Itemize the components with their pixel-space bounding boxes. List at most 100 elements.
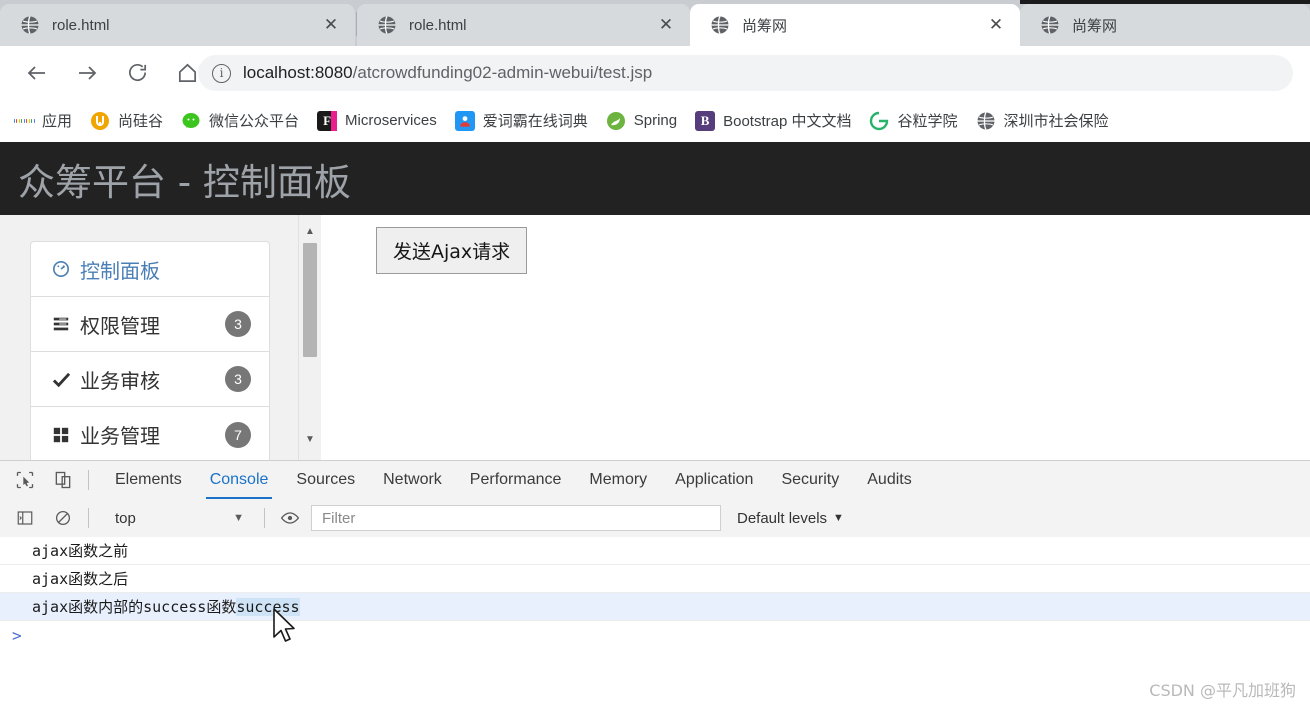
mouse-cursor-icon	[272, 607, 298, 647]
live-expression-icon[interactable]	[277, 505, 303, 531]
console-log-row[interactable]: ajax函数之后	[0, 565, 1310, 593]
bookmark-shenzhen-insurance[interactable]: 深圳市社会保险	[976, 110, 1109, 131]
sidebar-item-audit[interactable]: 业务审核 3	[31, 352, 269, 407]
browser-tab-4[interactable]: 尚筹网	[1020, 4, 1310, 46]
console-log-row-selected[interactable]: ajax函数内部的success函数 success	[0, 593, 1310, 621]
filter-placeholder: Filter	[322, 509, 356, 527]
sidebar-item-label: 控制面板	[80, 258, 160, 283]
tab-title: 尚筹网	[1072, 17, 1118, 35]
browser-tab-3-active[interactable]: 尚筹网 ✕	[690, 4, 1020, 46]
bookmark-label: Spring	[633, 112, 678, 129]
spring-leaf-icon	[606, 111, 626, 131]
page-content: 控制面板 权限管理 3 业务审核 3 业务管理 7 ▲ ▼ 发送Ajax请求	[0, 215, 1310, 460]
toolbar-divider	[88, 508, 89, 528]
filter-input[interactable]: Filter	[311, 505, 721, 531]
browser-tab-1[interactable]: role.html ✕	[0, 4, 355, 46]
console-log-row[interactable]: ajax函数之前	[0, 537, 1310, 565]
chevron-down-icon: ▼	[833, 512, 844, 524]
globe-icon	[976, 111, 996, 131]
wechat-icon	[181, 111, 201, 131]
device-toolbar-icon[interactable]	[50, 467, 76, 493]
tab-console[interactable]: Console	[196, 461, 283, 499]
browser-toolbar: i localhost:8080/atcrowdfunding02-admin-…	[0, 46, 1310, 99]
main-content: 发送Ajax请求	[321, 215, 1310, 460]
triangle-up-icon[interactable]: ▲	[299, 222, 321, 240]
site-navbar: 众筹平台 - 控制面板	[0, 142, 1310, 215]
info-circle-icon[interactable]: i	[212, 63, 231, 83]
guli-icon	[869, 111, 889, 131]
feign-f-icon: F	[317, 110, 338, 131]
browser-tab-2[interactable]: role.html ✕	[357, 4, 690, 46]
page-viewport: 众筹平台 - 控制面板 控制面板 权限管理 3 业务审核 3 业务管理 7 ▲ …	[0, 142, 1310, 460]
bookmarks-bar: 应用 尚硅谷 微信公众平台 F Microservices 爱词霸在线词典 Sp…	[0, 99, 1310, 143]
scrollbar-thumb[interactable]	[303, 243, 317, 357]
send-ajax-request-button[interactable]: 发送Ajax请求	[376, 227, 528, 274]
bookmark-label: Microservices	[345, 112, 437, 129]
tab-label: Performance	[469, 471, 562, 488]
iciba-icon	[454, 110, 475, 131]
bookmark-label: Bootstrap 中文文档	[723, 113, 852, 130]
globe-icon	[20, 15, 40, 35]
bookmark-guli[interactable]: 谷粒学院	[869, 110, 958, 131]
tab-security[interactable]: Security	[767, 461, 853, 499]
console-sidebar-icon[interactable]	[12, 505, 38, 531]
dashboard-gauge-icon	[51, 260, 71, 278]
bookmark-wechat[interactable]: 微信公众平台	[181, 110, 299, 131]
log-levels-dropdown[interactable]: Default levels ▼	[737, 510, 844, 527]
close-icon[interactable]: ✕	[321, 15, 341, 35]
tab-memory[interactable]: Memory	[575, 461, 661, 499]
tab-label: Audits	[867, 471, 912, 488]
page-scrollbar[interactable]: ▲ ▼	[298, 215, 321, 460]
devtools-panel: Elements Console Sources Network Perform…	[0, 460, 1310, 712]
sidebar-item-dashboard[interactable]: 控制面板	[31, 242, 269, 297]
grid-squares-icon	[51, 426, 71, 444]
globe-icon	[710, 15, 730, 35]
bookmark-atguigu[interactable]: 尚硅谷	[90, 110, 163, 131]
tab-label: Security	[781, 471, 840, 488]
bookmark-microservices[interactable]: F Microservices	[317, 110, 437, 131]
console-toolbar: top ▼ Filter Default levels ▼	[0, 499, 1310, 538]
tab-label: Console	[209, 471, 269, 488]
back-arrow-icon[interactable]	[16, 52, 58, 94]
reload-icon[interactable]	[116, 52, 158, 94]
sidebar-item-business[interactable]: 业务管理 7	[31, 407, 269, 460]
console-output[interactable]: ajax函数之前 ajax函数之后 ajax函数内部的success函数 succ…	[0, 537, 1310, 712]
check-mark-icon	[51, 370, 71, 389]
console-prompt[interactable]: >	[0, 621, 1310, 649]
log-levels-label: Default levels	[737, 509, 828, 527]
tab-audits[interactable]: Audits	[853, 461, 925, 499]
forward-arrow-icon[interactable]	[66, 52, 108, 94]
tab-label: Sources	[296, 471, 356, 488]
clear-console-icon[interactable]	[50, 505, 76, 531]
apps-grid-icon	[14, 111, 34, 131]
bookmark-label: 爱词霸在线词典	[482, 113, 588, 130]
tab-performance[interactable]: Performance	[456, 461, 576, 499]
bookmark-label: 深圳市社会保险	[1003, 113, 1109, 130]
address-bar[interactable]: i localhost:8080/atcrowdfunding02-admin-…	[198, 55, 1293, 91]
browser-window: role.html ✕ role.html ✕ 尚筹网 ✕ 尚筹网 i loca…	[0, 0, 1310, 712]
sidebar-menu: 控制面板 权限管理 3 业务审核 3 业务管理 7	[30, 241, 270, 460]
sidebar-badge: 7	[225, 421, 251, 448]
bookmark-apps[interactable]: 应用	[14, 110, 72, 131]
devtools-tabbar: Elements Console Sources Network Perform…	[0, 461, 1310, 500]
execution-context-select[interactable]: top ▼	[107, 505, 252, 531]
inspect-cursor-icon[interactable]	[12, 467, 38, 493]
triangle-down-icon[interactable]: ▼	[299, 430, 321, 448]
sidebar-item-permission[interactable]: 权限管理 3	[31, 297, 269, 352]
tab-title: role.html	[409, 16, 467, 34]
tab-strip: role.html ✕ role.html ✕ 尚筹网 ✕ 尚筹网	[0, 0, 1310, 46]
atguigu-icon	[90, 111, 110, 131]
bookmark-bootstrap[interactable]: B Bootstrap 中文文档	[695, 110, 851, 131]
tab-application[interactable]: Application	[661, 461, 767, 499]
sidebar-badge: 3	[225, 366, 251, 392]
list-lines-icon	[51, 315, 71, 333]
tab-elements[interactable]: Elements	[101, 461, 196, 499]
tab-label: Network	[383, 471, 442, 488]
bookmark-spring[interactable]: Spring	[606, 111, 677, 131]
tab-label: Application	[675, 471, 754, 488]
tab-network[interactable]: Network	[369, 461, 456, 499]
close-icon[interactable]: ✕	[656, 15, 676, 35]
tab-sources[interactable]: Sources	[282, 461, 369, 499]
bookmark-iciba[interactable]: 爱词霸在线词典	[454, 110, 588, 131]
close-icon[interactable]: ✕	[986, 15, 1006, 35]
